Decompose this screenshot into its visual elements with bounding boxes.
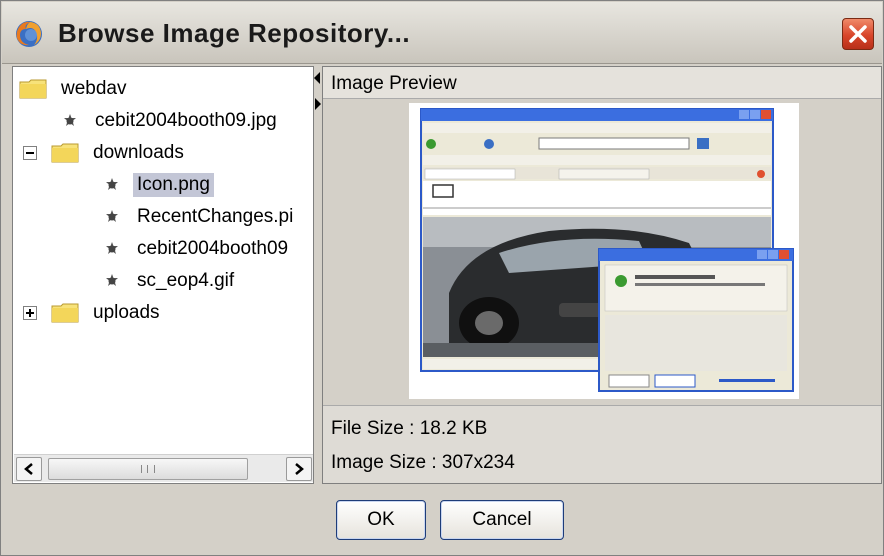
folder-icon bbox=[19, 79, 47, 99]
tree-item-label: Icon.png bbox=[133, 173, 214, 197]
screenshot-thumbnail-image bbox=[409, 103, 799, 399]
tree-item-label: downloads bbox=[93, 142, 184, 163]
tree-item-cebit[interactable]: cebit2004booth09 bbox=[105, 235, 292, 263]
horizontal-scrollbar[interactable] bbox=[14, 454, 313, 482]
image-size-text: Image Size : 307x234 bbox=[331, 452, 515, 473]
scroll-left-button[interactable] bbox=[16, 457, 42, 481]
grip-icon bbox=[141, 465, 155, 473]
window-title: Browse Image Repository... bbox=[58, 18, 411, 48]
file-size-text: File Size : 18.2 KB bbox=[331, 418, 488, 439]
file-bullet-icon bbox=[105, 242, 119, 256]
image-preview-panel: Image Preview File Size: 18.2 KB Image … bbox=[322, 66, 882, 484]
tree-item-label: cebit2004booth09.jpg bbox=[95, 110, 277, 131]
tree-item-webdav[interactable]: webdav bbox=[19, 75, 131, 103]
preview-thumbnail bbox=[409, 103, 799, 399]
collapse-icon[interactable] bbox=[23, 146, 37, 160]
browse-image-dialog: Browse Image Repository... webdav cebit2… bbox=[0, 0, 884, 556]
preview-area bbox=[325, 101, 879, 405]
preview-header: Image Preview bbox=[323, 67, 881, 99]
firefox-icon bbox=[14, 19, 44, 49]
tree-item-label: RecentChanges.pi bbox=[137, 206, 294, 227]
repository-tree[interactable]: webdav cebit2004booth09.jpg downloads Ic… bbox=[12, 66, 314, 484]
tree-item-recentchanges[interactable]: RecentChanges.pi bbox=[105, 203, 297, 231]
file-bullet-icon bbox=[63, 114, 77, 128]
close-icon bbox=[849, 25, 867, 43]
tree-item-sc-eop4[interactable]: sc_eop4.gif bbox=[105, 267, 238, 295]
tree-item-label: webdav bbox=[61, 78, 127, 99]
chevron-right-icon bbox=[295, 463, 304, 475]
tree-item-cebit-jpg[interactable]: cebit2004booth09.jpg bbox=[63, 107, 281, 135]
tree-item-downloads[interactable]: downloads bbox=[23, 139, 188, 167]
tree-item-uploads[interactable]: uploads bbox=[23, 299, 164, 327]
close-button[interactable] bbox=[842, 18, 874, 50]
file-bullet-icon bbox=[105, 178, 119, 192]
cancel-button[interactable]: Cancel bbox=[440, 500, 564, 540]
folder-icon bbox=[51, 303, 79, 323]
scrollbar-thumb[interactable] bbox=[48, 458, 248, 480]
file-bullet-icon bbox=[105, 210, 119, 224]
split-collapse-left-icon[interactable] bbox=[314, 72, 320, 84]
tree-item-label: cebit2004booth09 bbox=[137, 238, 289, 259]
chevron-left-icon bbox=[24, 463, 33, 475]
split-expand-right-icon[interactable] bbox=[315, 98, 321, 110]
ok-button[interactable]: OK bbox=[336, 500, 426, 540]
title-bar[interactable]: Browse Image Repository... bbox=[2, 2, 882, 64]
expand-icon[interactable] bbox=[23, 306, 37, 320]
tree-item-icon-png[interactable]: Icon.png bbox=[105, 171, 214, 199]
file-info: File Size : 18.2 KB Image Size : 307x234 bbox=[323, 405, 881, 483]
tree-item-label: uploads bbox=[93, 302, 160, 323]
tree-item-label: sc_eop4.gif bbox=[137, 270, 235, 291]
folder-icon bbox=[51, 143, 79, 163]
scroll-right-button[interactable] bbox=[286, 457, 312, 481]
file-bullet-icon bbox=[105, 274, 119, 288]
preview-title: Image Preview bbox=[331, 73, 457, 94]
